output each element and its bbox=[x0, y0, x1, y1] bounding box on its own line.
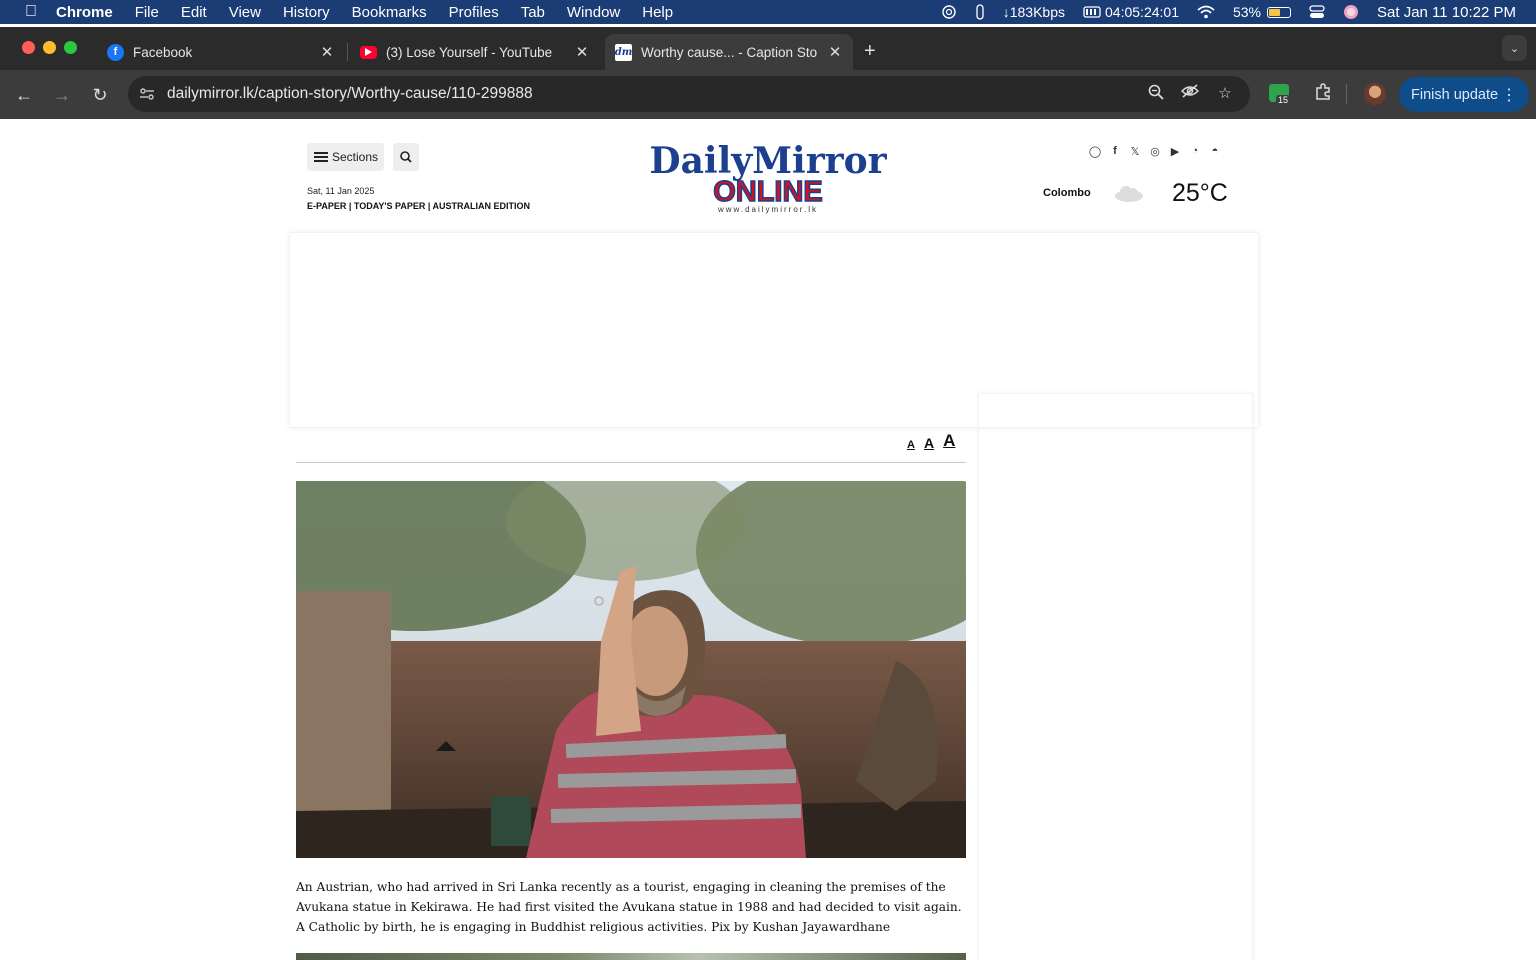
font-size-controls: A A A bbox=[898, 431, 955, 451]
close-tab-icon[interactable]: ✕ bbox=[827, 43, 843, 61]
weather-temperature: 25°C bbox=[1172, 179, 1228, 207]
menu-app-chrome[interactable]: Chrome bbox=[56, 4, 113, 21]
macos-menubar:  Chrome File Edit View History Bookmark… bbox=[0, 0, 1536, 24]
tab-facebook[interactable]: f Facebook ✕ bbox=[97, 34, 345, 70]
sidebar-ad-slot bbox=[978, 393, 1253, 960]
window-minimize-button[interactable] bbox=[43, 41, 56, 54]
site-settings-icon[interactable] bbox=[137, 84, 157, 104]
photo-caption: An Austrian, who had arrived in Sri Lank… bbox=[296, 880, 962, 934]
edition-links[interactable]: E-PAPER | TODAY'S PAPER | AUSTRALIAN EDI… bbox=[307, 201, 530, 211]
font-size-medium-button[interactable]: A bbox=[924, 435, 934, 451]
network-speed[interactable]: ↓183Kbps bbox=[1003, 4, 1065, 20]
whatsapp-icon[interactable]: ◯ bbox=[1085, 145, 1105, 159]
siri-icon[interactable] bbox=[1343, 4, 1359, 20]
dailymirror-favicon: dm bbox=[615, 43, 632, 61]
youtube-icon[interactable]: ▶ bbox=[1165, 145, 1185, 159]
forward-arrow-icon[interactable]: → bbox=[50, 83, 74, 107]
zoom-icon[interactable] bbox=[1146, 84, 1166, 104]
close-tab-icon[interactable]: ✕ bbox=[319, 43, 335, 61]
profile-avatar[interactable] bbox=[1364, 83, 1386, 105]
tab-title: Facebook bbox=[133, 44, 193, 60]
font-size-small-button[interactable]: A bbox=[907, 439, 915, 451]
site-date: Sat, 11 Jan 2025 bbox=[307, 186, 375, 196]
ad-divider bbox=[289, 427, 975, 428]
rss-icon[interactable]: ◔ bbox=[1185, 145, 1205, 159]
tab-separator bbox=[347, 43, 348, 61]
tab-caption-story[interactable]: dm Worthy cause... - Caption Sto ✕ bbox=[605, 34, 853, 70]
battery-time-text: 04:05:24:01 bbox=[1105, 4, 1179, 20]
menu-help[interactable]: Help bbox=[642, 4, 673, 21]
apple-menu-icon[interactable]:  bbox=[20, 3, 42, 21]
font-size-large-button[interactable]: A bbox=[943, 431, 955, 451]
paperclip-icon[interactable] bbox=[975, 4, 985, 20]
more-menu-icon[interactable]: ⋮ bbox=[1501, 85, 1517, 105]
second-article-photo[interactable] bbox=[296, 953, 966, 960]
battery-icon bbox=[1267, 6, 1292, 18]
article-divider bbox=[296, 462, 966, 463]
sections-button[interactable]: Sections bbox=[307, 143, 384, 171]
address-bar[interactable]: dailymirror.lk/caption-story/Worthy-caus… bbox=[128, 76, 1250, 112]
menubar-clock[interactable]: Sat Jan 11 10:22 PM bbox=[1377, 4, 1516, 21]
youtube-icon bbox=[360, 45, 377, 59]
weather-city: Colombo bbox=[1043, 187, 1091, 199]
web-page: Sections Sat, 11 Jan 2025 E-PAPER | TODA… bbox=[0, 119, 1536, 960]
extension-badge-count: 15 bbox=[1276, 95, 1291, 105]
finish-update-button[interactable]: Finish update ⋮ bbox=[1399, 77, 1529, 112]
cloud-icon bbox=[1115, 186, 1143, 202]
chrome-toolbar: ← → ↻ dailymirror.lk/caption-story/Worth… bbox=[0, 70, 1536, 119]
finish-update-label: Finish update bbox=[1411, 86, 1499, 103]
sections-label: Sections bbox=[332, 150, 379, 164]
window-zoom-button[interactable] bbox=[64, 41, 77, 54]
menu-file[interactable]: File bbox=[135, 4, 159, 21]
battery-status[interactable]: 53% bbox=[1232, 4, 1292, 20]
social-links: ◯ f 𝕏 ◎ ▶ ◔ ◓ bbox=[1085, 145, 1225, 159]
hamburger-icon bbox=[314, 150, 328, 164]
instagram-icon[interactable]: ◎ bbox=[1145, 145, 1165, 159]
article-photo[interactable] bbox=[296, 481, 966, 858]
facebook-icon: f bbox=[107, 43, 124, 61]
chrome-tab-strip: f Facebook ✕ (3) Lose Yourself - YouTube… bbox=[0, 27, 1536, 70]
close-tab-icon[interactable]: ✕ bbox=[574, 43, 590, 61]
search-icon bbox=[400, 151, 412, 163]
menu-view[interactable]: View bbox=[229, 4, 261, 21]
status-area: ↓183Kbps 04:05:24:01 53% Sat Jan 11 10:2… bbox=[941, 0, 1536, 24]
back-arrow-icon[interactable]: ← bbox=[12, 83, 36, 107]
menu-window[interactable]: Window bbox=[567, 4, 620, 21]
tracking-protection-eye-icon[interactable] bbox=[1180, 84, 1200, 104]
menu-edit[interactable]: Edit bbox=[181, 4, 207, 21]
facebook-icon[interactable]: f bbox=[1105, 145, 1125, 159]
menu-profiles[interactable]: Profiles bbox=[449, 4, 499, 21]
logo-url-text: www.dailymirror.lk bbox=[717, 205, 818, 214]
wifi-icon[interactable] bbox=[1197, 5, 1215, 19]
new-tab-icon[interactable]: + bbox=[864, 41, 876, 61]
menu-history[interactable]: History bbox=[283, 4, 330, 21]
battery-percent: 53% bbox=[1232, 4, 1262, 20]
bookmark-star-icon[interactable]: ☆ bbox=[1215, 84, 1235, 104]
control-center-icon[interactable] bbox=[1309, 5, 1325, 19]
menu-tab[interactable]: Tab bbox=[521, 4, 545, 21]
extensions-puzzle-icon[interactable] bbox=[1311, 83, 1335, 107]
chatgpt-icon[interactable] bbox=[941, 4, 957, 20]
toolbar-divider bbox=[1346, 84, 1347, 104]
tab-search-chevron-icon[interactable]: ⌄ bbox=[1502, 35, 1527, 61]
site-search-button[interactable] bbox=[393, 143, 419, 171]
url-text[interactable]: dailymirror.lk/caption-story/Worthy-caus… bbox=[167, 85, 533, 103]
dailymirror-logo[interactable]: DailyMirror ONLINE www.dailymirror.lk bbox=[640, 137, 896, 215]
battery-level-fill bbox=[1269, 8, 1281, 16]
tab-youtube[interactable]: (3) Lose Yourself - YouTube ✕ bbox=[350, 34, 600, 70]
reload-icon[interactable]: ↻ bbox=[88, 83, 112, 107]
android-icon[interactable]: ◓ bbox=[1205, 145, 1225, 159]
logo-text-bottom: ONLINE bbox=[713, 176, 823, 208]
tab-title: (3) Lose Yourself - YouTube bbox=[386, 44, 553, 60]
window-close-button[interactable] bbox=[22, 41, 35, 54]
battery-time[interactable]: 04:05:24:01 bbox=[1083, 4, 1179, 20]
x-icon[interactable]: 𝕏 bbox=[1125, 145, 1145, 159]
tab-title: Worthy cause... - Caption Sto bbox=[641, 44, 818, 60]
menu-bookmarks[interactable]: Bookmarks bbox=[352, 4, 427, 21]
